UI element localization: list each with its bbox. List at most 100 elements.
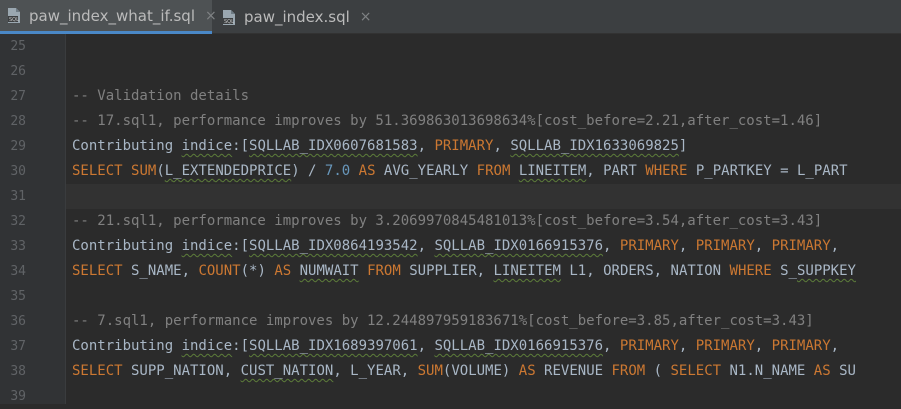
code-token: AS — [274, 263, 292, 279]
code-token: L_EXTENDEDPRICE — [164, 163, 292, 179]
code-token: SUPP_NATION, — [122, 363, 241, 379]
code-line-30[interactable]: SELECT SUM(L_EXTENDEDPRICE) / 7.0 AS AVG… — [72, 159, 848, 184]
line-number: 37 — [10, 339, 26, 354]
line-number: 33 — [10, 239, 26, 254]
code-token: ( — [156, 163, 165, 179]
code-token: indice — [181, 238, 233, 254]
code-token: AS — [813, 363, 831, 379]
code-token: SELECT — [72, 363, 123, 379]
code-token: SQLLAB_IDX1689397061 — [249, 338, 418, 354]
code-token: SELECT — [670, 363, 722, 379]
code-token: (VOLUME) — [442, 363, 519, 379]
code-line-36[interactable]: -- 7.sql1, performance improves by 12.24… — [72, 309, 814, 334]
code-line-34[interactable]: SELECT S_NAME, COUNT(*) AS NUMWAIT FROM … — [72, 259, 856, 284]
code-token: indice — [181, 138, 233, 154]
code-line-29[interactable]: Contributing indice:[SQLLAB_IDX060768158… — [72, 134, 687, 159]
line-number: 25 — [10, 39, 26, 54]
code-token: :[ — [232, 338, 250, 354]
code-token: , — [417, 338, 435, 354]
code-token: PRIMARY — [619, 338, 679, 354]
code-token: SQLLAB_IDX0607681583 — [249, 138, 418, 154]
code-token: , L_YEAR, — [333, 363, 418, 379]
code-token: WHERE — [645, 163, 688, 179]
code-token: LINEITEM — [493, 263, 561, 279]
sql-file-icon: SQL — [7, 7, 21, 24]
code-token: , — [678, 338, 696, 354]
code-token: COUNT — [198, 263, 241, 279]
line-number: 28 — [10, 114, 26, 129]
code-token: , — [830, 338, 840, 354]
code-token: AVG_YEARLY — [375, 163, 477, 179]
code-token: PRIMARY — [619, 238, 679, 254]
code-token: SQLLAB_IDX0166915376 — [434, 238, 604, 254]
line-number: 29 — [10, 139, 26, 154]
code-token: (*) — [240, 263, 275, 279]
code-token: Contributing — [72, 238, 182, 254]
code-token: SUM — [417, 363, 443, 379]
line-number: 30 — [10, 164, 26, 179]
line-number: 32 — [10, 214, 26, 229]
code-token: , — [754, 338, 772, 354]
code-token: PRIMARY — [771, 338, 831, 354]
code-token: SQLLAB_IDX1633069825 — [510, 138, 679, 154]
close-icon[interactable]: × — [360, 9, 372, 25]
code-token: SELECT — [72, 263, 123, 279]
code-line-38[interactable]: SELECT SUPP_NATION, CUST_NATION, L_YEAR,… — [72, 359, 856, 384]
code-token: PRIMARY — [695, 338, 755, 354]
line-number: 36 — [10, 314, 26, 329]
code-line-33[interactable]: Contributing indice:[SQLLAB_IDX086419354… — [72, 234, 839, 259]
code-token: , — [754, 238, 772, 254]
code-token: LINEITEM — [518, 163, 587, 179]
code-token: SUM — [131, 163, 157, 179]
code-token: FROM — [367, 263, 401, 279]
code-token: L1, ORDERS, NATION — [560, 263, 730, 279]
line-number: 35 — [10, 289, 26, 304]
svg-text:SQL: SQL — [9, 17, 19, 23]
code-token: :[ — [232, 138, 250, 154]
code-token: , — [830, 238, 840, 254]
code-token: FROM — [611, 363, 646, 379]
editor-tab-bar: SQL paw_index_what_if.sql × SQL paw_inde… — [0, 0, 901, 34]
code-token: , PART — [586, 163, 646, 179]
code-token: P_PARTKEY = L_PART — [687, 163, 848, 179]
code-token: NUMWAIT — [299, 263, 359, 279]
code-token: Contributing — [72, 338, 182, 354]
code-line-28[interactable]: -- 17.sql1, performance improves by 51.3… — [72, 109, 822, 134]
line-number: 27 — [10, 89, 26, 104]
tab-paw-index-what-if[interactable]: SQL paw_index_what_if.sql × — [0, 0, 217, 34]
code-token: indice — [181, 338, 233, 354]
line-number: 31 — [10, 189, 26, 204]
tab-paw-index[interactable]: SQL paw_index.sql × — [215, 0, 375, 34]
code-token: , — [678, 238, 696, 254]
line-number: 26 — [10, 64, 26, 79]
sql-file-icon: SQL — [222, 9, 236, 26]
tab-label: paw_index_what_if.sql — [29, 6, 195, 25]
code-token: N1.N_NAME — [721, 363, 814, 379]
code-token: SUPPLIER, — [400, 263, 494, 279]
svg-text:SQL: SQL — [224, 19, 234, 25]
code-token: FROM — [476, 163, 511, 179]
code-token: ( — [645, 363, 671, 379]
code-token: 7.0 — [324, 163, 351, 179]
code-token: SELECT — [72, 163, 123, 179]
code-line-32[interactable]: -- 21.sql1, performance improves by 3.20… — [72, 209, 822, 234]
code-token: AS — [518, 363, 536, 379]
code-token: , — [417, 138, 435, 154]
code-token: , — [493, 138, 511, 154]
code-token: SU — [830, 363, 856, 379]
tab-label: paw_index.sql — [244, 8, 350, 26]
code-token: , — [417, 238, 435, 254]
line-number-gutter: 25 26 27 28 29 30 31 32 33 34 35 36 37 3… — [0, 34, 65, 404]
code-token: PRIMARY — [771, 238, 831, 254]
code-token: WHERE — [729, 263, 772, 279]
code-token: ) / — [291, 163, 325, 179]
line-number: 38 — [10, 364, 26, 379]
code-line-37[interactable]: Contributing indice:[SQLLAB_IDX168939706… — [72, 334, 839, 359]
code-token: ] — [678, 138, 688, 154]
code-line-27[interactable]: -- Validation details — [72, 84, 249, 109]
